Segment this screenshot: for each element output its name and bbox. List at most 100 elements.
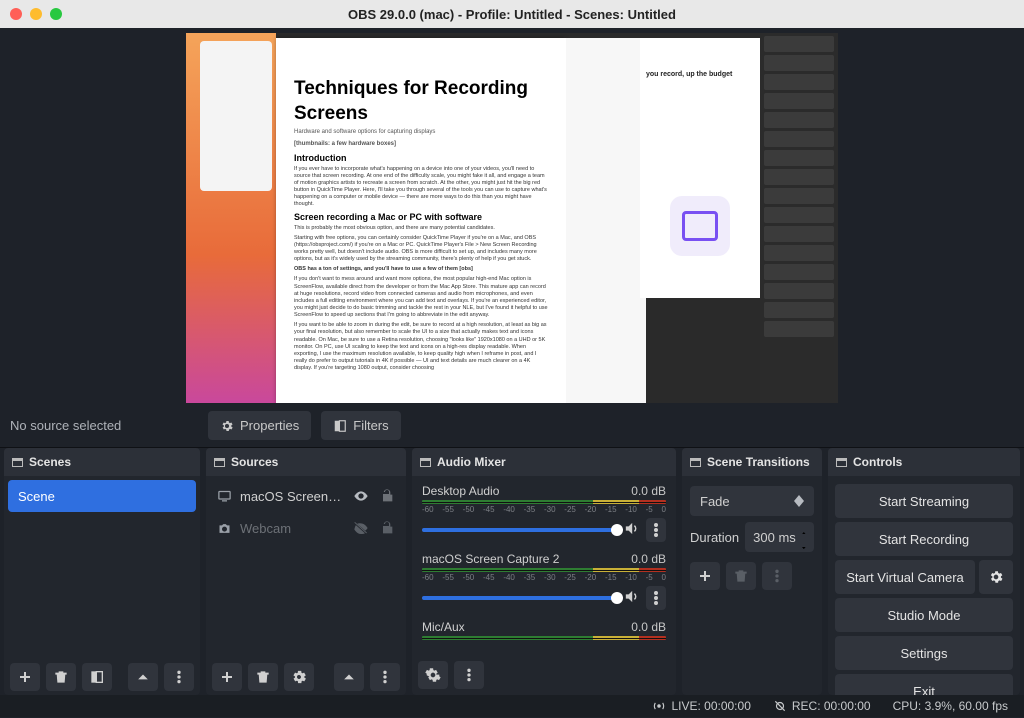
status-live: LIVE: 00:00:00 [652,699,750,713]
kebab-icon [377,669,393,685]
transitions-header[interactable]: Scene Transitions [682,448,822,476]
remove-scene-button[interactable] [46,663,76,691]
audio-meter [422,568,666,572]
stepper-chevrons [794,495,804,507]
add-transition-button[interactable] [690,562,720,590]
mixer-name: Mic/Aux [422,620,465,634]
no-source-label: No source selected [10,418,198,433]
plus-icon [17,669,33,685]
status-rec: REC: 00:00:00 [773,699,871,713]
speaker-icon [623,520,640,537]
gear-icon [220,419,234,433]
remove-transition-button[interactable] [726,562,756,590]
stepper-chevrons[interactable] [802,522,806,552]
source-up-button[interactable] [334,663,364,691]
transition-select[interactable]: Fade [690,486,814,516]
mixer-name: Desktop Audio [422,484,499,498]
start-streaming-button[interactable]: Start Streaming [835,484,1013,518]
kebab-icon [769,568,785,584]
transition-more-button[interactable] [762,562,792,590]
start-recording-button[interactable]: Start Recording [835,522,1013,556]
filters-button[interactable]: Filters [321,411,400,440]
window-title: OBS 29.0.0 (mac) - Profile: Untitled - S… [0,7,1024,22]
source-more-button[interactable] [370,663,400,691]
mixer-more-button[interactable] [646,586,666,610]
mixer-more-button[interactable] [646,518,666,542]
context-toolbar: No source selected Properties Filters [0,404,1024,448]
source-row[interactable]: Webcam [206,512,406,544]
doc-section-screenrec: Screen recording a Mac or PC with softwa… [294,212,548,222]
status-cpu: CPU: 3.9%, 60.00 fps [893,699,1008,713]
controls-title: Controls [853,455,902,469]
scene-label: Scene [18,489,186,504]
mixer-name: macOS Screen Capture 2 [422,552,559,566]
filters-icon [89,669,105,685]
chevron-up-icon [341,669,357,685]
mixer-db: 0.0 dB [631,484,666,498]
scene-more-button[interactable] [164,663,194,691]
studio-mode-button[interactable]: Studio Mode [835,598,1013,632]
scene-row[interactable]: Scene [8,480,196,512]
start-virtual-camera-button[interactable]: Start Virtual Camera [835,560,975,594]
dock-icon [12,458,23,467]
exit-button[interactable]: Exit [835,674,1013,695]
virtual-camera-settings-button[interactable] [979,560,1013,594]
mixer-title: Audio Mixer [437,455,506,469]
chevron-up-icon [135,669,151,685]
volume-slider[interactable] [422,596,617,600]
transition-value: Fade [700,494,730,509]
lock-toggle[interactable] [378,488,396,504]
preview-area[interactable]: Techniques for Recording Screens Hardwar… [0,28,1024,404]
source-row[interactable]: macOS Screen Capture [206,480,406,512]
lock-toggle[interactable] [378,520,396,536]
add-source-button[interactable] [212,663,242,691]
doc-subtitle: Hardware and software options for captur… [294,129,548,137]
sources-dock: Sources macOS Screen Capture Webcam [206,448,406,695]
mute-button[interactable] [623,588,640,608]
scene-up-button[interactable] [128,663,158,691]
settings-button[interactable]: Settings [835,636,1013,670]
source-label: macOS Screen Capture [240,489,344,504]
visibility-toggle[interactable] [352,520,370,536]
add-scene-button[interactable] [10,663,40,691]
controls-dock: Controls Start Streaming Start Recording… [828,448,1020,695]
scene-filter-button[interactable] [82,663,112,691]
broadcast-icon [652,699,666,713]
dock-icon [214,458,225,467]
duration-label: Duration [690,530,739,545]
scenes-header[interactable]: Scenes [4,448,200,476]
mute-button[interactable] [623,520,640,540]
mixer-header[interactable]: Audio Mixer [412,448,676,476]
sources-header[interactable]: Sources [206,448,406,476]
preview-canvas: Techniques for Recording Screens Hardwar… [186,33,838,403]
meter-ticks: -60-55-50-45-40-35-30-25-20-15-10-50 [422,573,666,582]
mixer-db: 0.0 dB [631,620,666,634]
mixer-more-global-button[interactable] [454,661,484,689]
doc-paragraph: This is probably the most obvious option… [294,225,548,232]
doc-heading: Techniques for Recording [294,78,548,100]
dock-icon [836,458,847,467]
remove-source-button[interactable] [248,663,278,691]
visibility-toggle[interactable] [352,488,370,504]
source-properties-button[interactable] [284,663,314,691]
properties-label: Properties [240,418,299,433]
kebab-icon [654,591,658,605]
gear-icon [291,669,307,685]
status-bar: LIVE: 00:00:00 REC: 00:00:00 CPU: 3.9%, … [0,695,1024,717]
duration-input[interactable]: 300 ms [745,522,814,552]
filters-icon [333,419,347,433]
trash-icon [733,568,749,584]
mixer-audio-settings-button[interactable] [418,661,448,689]
properties-button[interactable]: Properties [208,411,311,440]
source-label: Webcam [240,521,344,536]
camera-icon [216,521,232,536]
controls-header[interactable]: Controls [828,448,1020,476]
eye-icon [353,488,369,504]
mixer-db: 0.0 dB [631,552,666,566]
gear-small-icon [425,667,441,683]
volume-slider[interactable] [422,528,617,532]
audio-meter [422,500,666,504]
unlock-icon [379,488,395,504]
kebab-icon [171,669,187,685]
status-live-text: LIVE: 00:00:00 [671,699,750,713]
